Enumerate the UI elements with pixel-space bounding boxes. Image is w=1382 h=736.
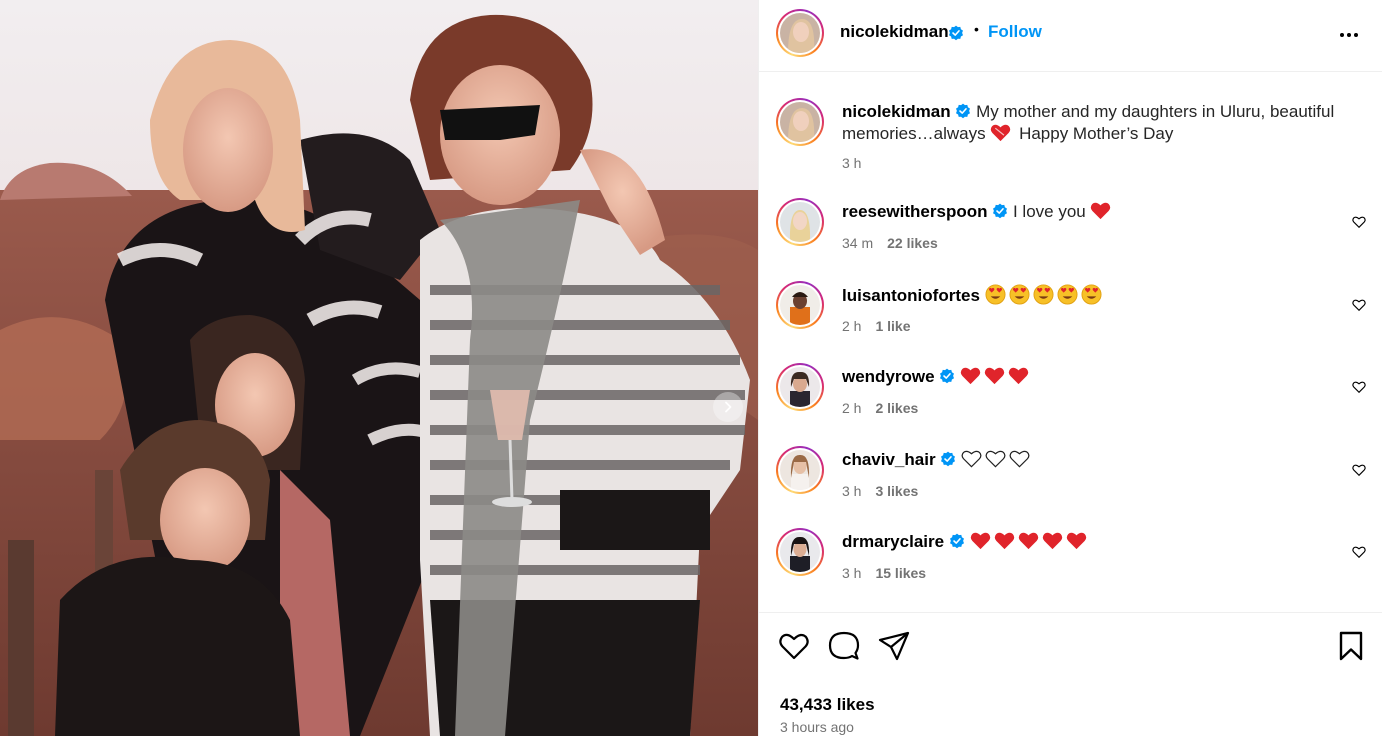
comment-item: chaviv_hair 3 h 3 likes	[776, 446, 1366, 506]
post-time[interactable]: 3 hours ago	[780, 719, 854, 735]
caption-username[interactable]: nicolekidman	[842, 102, 951, 121]
verified-badge-icon	[993, 203, 1008, 219]
comment-avatar[interactable]	[776, 446, 824, 494]
comment-username[interactable]: reesewitherspoon	[842, 202, 988, 221]
comment-emojis	[960, 367, 1032, 386]
comment-like-icon[interactable]	[1352, 380, 1366, 394]
comment-item: luisantoniofortes 2 h 1 like	[776, 281, 1366, 341]
red-heart-emoji-icon	[1018, 532, 1038, 550]
caption-line-2-end: Happy Mother’s Day	[1019, 124, 1174, 143]
white-heart-emoji-icon	[985, 450, 1006, 468]
comment-meta: 2 h 2 likes	[842, 400, 918, 416]
author-avatar[interactable]	[776, 9, 824, 57]
comment-avatar[interactable]	[776, 198, 824, 246]
follow-button[interactable]: Follow	[988, 22, 1042, 42]
red-heart-emoji-icon	[1008, 367, 1029, 385]
comment-item: reesewitherspoon I love you 34 m 22 likes	[776, 198, 1366, 258]
heart-eyes-emoji-icon	[1081, 284, 1102, 305]
comment-like-icon[interactable]	[1352, 298, 1366, 312]
comment-like-icon[interactable]	[1352, 545, 1366, 559]
comment-avatar[interactable]	[776, 363, 824, 411]
comment-text: luisantoniofortes	[842, 284, 1362, 307]
comment-username[interactable]: luisantoniofortes	[842, 286, 980, 305]
heart-eyes-emoji-icon	[985, 284, 1006, 305]
post-header: nicolekidman • Follow	[759, 0, 1382, 72]
comment-icon[interactable]	[828, 630, 860, 662]
comment-likes[interactable]: 3 likes	[875, 483, 918, 499]
heart-emoji-icon	[991, 124, 1011, 142]
comment-text: wendyrowe	[842, 366, 1362, 388]
comment-text: chaviv_hair	[842, 449, 1362, 471]
comment-likes[interactable]: 1 like	[875, 318, 910, 334]
bookmark-icon[interactable]	[1335, 630, 1367, 662]
comment-emojis	[970, 532, 1090, 551]
likes-count[interactable]: 43,433 likes	[780, 695, 875, 715]
comment-avatar[interactable]	[776, 528, 824, 576]
comment-like-icon[interactable]	[1352, 463, 1366, 477]
red-heart-emoji-icon	[970, 532, 990, 550]
red-heart-emoji-icon	[994, 532, 1014, 550]
comment-meta: 3 h 3 likes	[842, 483, 918, 499]
verified-badge-icon	[949, 533, 964, 549]
comment-meta: 3 h 15 likes	[842, 565, 926, 581]
comment-likes[interactable]: 15 likes	[875, 565, 926, 581]
separator-dot: •	[974, 21, 979, 37]
heart-emoji-icon	[1091, 202, 1111, 220]
comment-time: 3 h	[842, 483, 862, 499]
caption-time: 3 h	[842, 155, 862, 171]
more-options-icon	[1340, 33, 1358, 37]
comment-likes[interactable]: 22 likes	[887, 235, 938, 251]
caption-meta: 3 h	[842, 155, 861, 171]
photo-image	[0, 0, 758, 736]
verified-badge-icon	[956, 103, 971, 119]
caption-avatar[interactable]	[776, 98, 824, 146]
red-heart-emoji-icon	[1042, 532, 1062, 550]
post-caption: nicolekidman My mother and my daughters …	[776, 98, 1366, 178]
red-heart-emoji-icon	[1066, 532, 1086, 550]
heart-icon[interactable]	[778, 630, 810, 662]
comment-text: reesewitherspoon I love you	[842, 201, 1362, 223]
comments-list[interactable]: nicolekidman My mother and my daughters …	[759, 73, 1382, 612]
red-heart-emoji-icon	[984, 367, 1005, 385]
heart-eyes-emoji-icon	[1033, 284, 1054, 305]
comment-body: I love you	[1012, 202, 1086, 221]
comment-username[interactable]: wendyrowe	[842, 367, 935, 386]
comment-time: 2 h	[842, 400, 862, 416]
comment-text: drmaryclaire	[842, 531, 1362, 553]
author-username[interactable]: nicolekidman	[840, 22, 949, 42]
comment-meta: 34 m 22 likes	[842, 235, 938, 251]
comment-like-icon[interactable]	[1352, 215, 1366, 229]
comment-emojis	[961, 450, 1033, 469]
carousel-next-button[interactable]	[713, 392, 743, 422]
caption-line-2: memories…always	[842, 124, 986, 143]
comment-time: 34 m	[842, 235, 874, 251]
comment-time: 3 h	[842, 565, 862, 581]
caption-line-1: My mother and my daughters in Uluru, bea…	[976, 102, 1335, 121]
verified-badge-icon	[949, 25, 963, 41]
post-actions: 43,433 likes 3 hours ago	[759, 612, 1382, 736]
comment-time: 2 h	[842, 318, 862, 334]
more-options-button[interactable]	[1331, 20, 1367, 50]
post-side-panel: nicolekidman • Follow nicolekidman My mo…	[758, 0, 1382, 736]
comment-avatar[interactable]	[776, 281, 824, 329]
caption-text: nicolekidman My mother and my daughters …	[842, 101, 1362, 145]
verified-badge-icon	[941, 451, 956, 467]
comment-item: drmaryclaire 3 h 15 likes	[776, 528, 1366, 588]
heart-eyes-emoji-icon	[1009, 284, 1030, 305]
white-heart-emoji-icon	[1009, 450, 1030, 468]
share-icon[interactable]	[878, 630, 910, 662]
heart-eyes-emoji-icon	[1057, 284, 1078, 305]
comment-username[interactable]: chaviv_hair	[842, 450, 936, 469]
white-heart-emoji-icon	[961, 450, 982, 468]
chevron-right-icon	[725, 401, 732, 413]
comment-meta: 2 h 1 like	[842, 318, 911, 334]
post-photo[interactable]	[0, 0, 758, 736]
comment-emojis	[985, 284, 1105, 305]
comment-username[interactable]: drmaryclaire	[842, 532, 944, 551]
verified-badge-icon	[940, 368, 955, 384]
comment-likes[interactable]: 2 likes	[875, 400, 918, 416]
comment-item: wendyrowe 2 h 2 likes	[776, 363, 1366, 423]
red-heart-emoji-icon	[960, 367, 981, 385]
